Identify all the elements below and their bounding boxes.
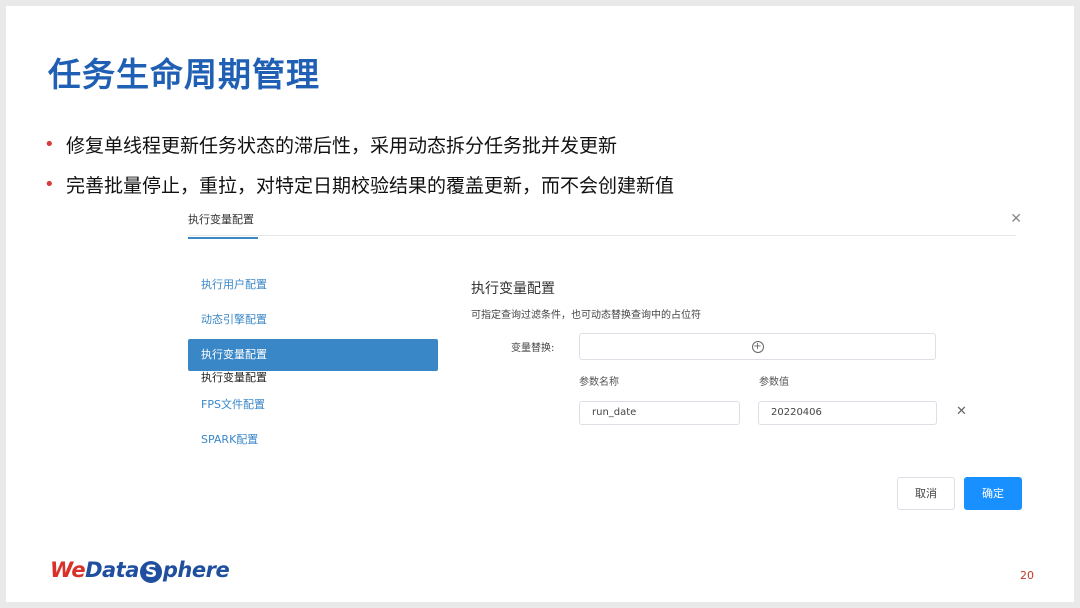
menu-item-fps-file[interactable]: FPS文件配置 [188, 389, 438, 421]
bullet-text: 完善批量停止，重拉，对特定日期校验结果的覆盖更新，而不会创建新值 [66, 174, 675, 197]
slide: 任务生命周期管理 • 修复单线程更新任务状态的滞后性，采用动态拆分任务批并发更新… [6, 6, 1074, 602]
menu-item-dynamic-engine[interactable]: 动态引擎配置 [188, 304, 438, 336]
variable-config-dialog: 执行变量配置 ✕ 执行用户配置 动态引擎配置 执行变量配置 执行变量配置 FPS… [188, 201, 1022, 521]
close-icon[interactable]: ✕ [1010, 211, 1022, 227]
section-title: 执行变量配置 [471, 281, 555, 297]
cancel-button[interactable]: 取消 [897, 477, 955, 510]
bullet-item: • 完善批量停止，重拉，对特定日期校验结果的覆盖更新，而不会创建新值 [44, 164, 674, 204]
section-description: 可指定查询过滤条件，也可动态替换查询中的占位符 [471, 310, 701, 321]
menu-item-exec-variable[interactable]: 执行变量配置 [188, 339, 438, 371]
param-value-input[interactable]: 20220406 [758, 401, 937, 425]
variable-replace-label: 变量替换: [511, 343, 555, 354]
remove-row-icon[interactable]: ✕ [956, 404, 967, 419]
confirm-button[interactable]: 确定 [964, 477, 1022, 510]
menu-item-exec-variable-tooltip: 执行变量配置 [201, 371, 267, 384]
bullet-list: • 修复单线程更新任务状态的滞后性，采用动态拆分任务批并发更新 • 完善批量停止… [44, 124, 674, 204]
page-number: 20 [1020, 569, 1034, 582]
param-name-input[interactable]: run_date [579, 401, 740, 425]
column-header-param-value: 参数值 [759, 377, 789, 388]
dialog-tab-bar: 执行变量配置 ✕ [188, 201, 1022, 239]
config-menu: 执行用户配置 动态引擎配置 执行变量配置 执行变量配置 FPS文件配置 SPAR… [188, 269, 438, 459]
column-header-param-name: 参数名称 [579, 377, 619, 388]
bullet-item: • 修复单线程更新任务状态的滞后性，采用动态拆分任务批并发更新 [44, 124, 674, 164]
variable-replace-box[interactable]: + [579, 333, 936, 360]
menu-item-spark[interactable]: SPARK配置 [188, 424, 438, 456]
bullet-dot-icon: • [44, 173, 55, 195]
tab-variable-config[interactable]: 执行变量配置 [188, 211, 258, 239]
wedatasphere-logo: WeData Sphere [50, 558, 230, 583]
menu-item-exec-user[interactable]: 执行用户配置 [188, 269, 438, 301]
bullet-dot-icon: • [44, 133, 55, 155]
slide-title: 任务生命周期管理 [48, 55, 320, 94]
plus-circle-icon[interactable]: + [751, 340, 764, 353]
bullet-text: 修复单线程更新任务状态的滞后性，采用动态拆分任务批并发更新 [66, 134, 618, 157]
